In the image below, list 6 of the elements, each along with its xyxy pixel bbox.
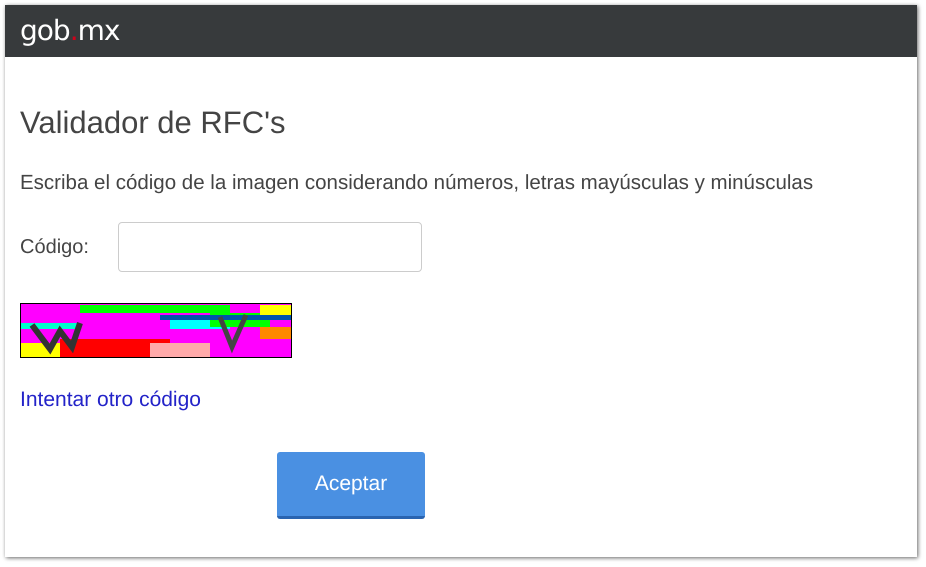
code-input-field[interactable] [118, 222, 422, 272]
code-label: Código: [20, 236, 90, 258]
logo[interactable]: gob.mx [20, 17, 120, 45]
retry-captcha-link[interactable]: Intentar otro código [20, 388, 201, 412]
instructions-text: Escriba el código de la imagen considerando números, letras mayúsculas y minúsculas [20, 170, 814, 196]
page-title: Validador de RFC's [20, 105, 286, 141]
